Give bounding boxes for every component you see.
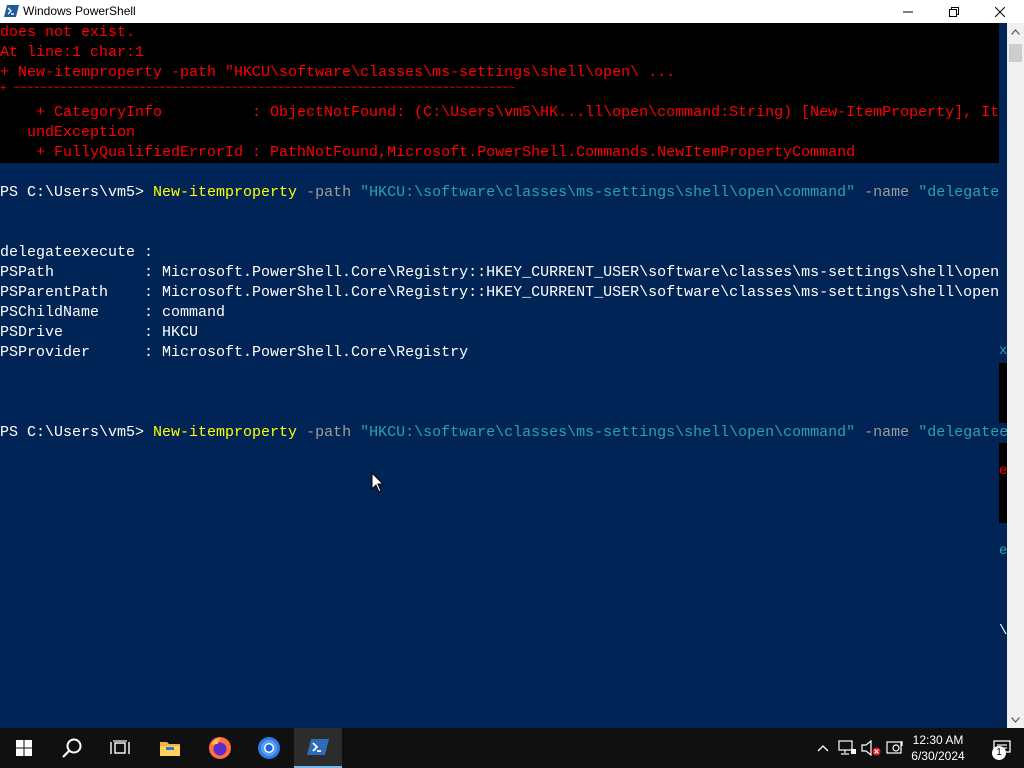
output-line: PSPath : Microsoft.PowerShell.Core\Regis… — [0, 264, 1000, 281]
powershell-taskbar-button[interactable] — [294, 728, 342, 768]
cmdlet: New-itemproperty — [153, 424, 298, 441]
restore-icon — [949, 6, 959, 17]
edge-artifacts: x e e \ — [999, 23, 1007, 728]
output-line: PSDrive : HKCU — [0, 324, 199, 341]
edge-dark-block — [999, 443, 1007, 523]
parameter: -path — [297, 184, 361, 201]
minimize-icon — [903, 11, 913, 12]
network-icon — [838, 740, 856, 755]
edge-fragment: x — [999, 343, 1007, 359]
scroll-down-button[interactable] — [1007, 711, 1024, 728]
clock-date: 6/30/2024 — [911, 749, 965, 763]
file-explorer-icon — [160, 742, 180, 756]
error-line: At line:1 char:1 — [0, 44, 145, 61]
error-line: + New-itemproperty -path "HKCU\software\… — [0, 64, 676, 81]
output-line: PSProvider : Microsoft.PowerShell.Core\R… — [0, 344, 469, 361]
error-underline: + ~~~~~~~~~~~~~~~~~~~~~~~~~~~~~~~~~~~~~~… — [0, 83, 515, 95]
volume-button[interactable] — [860, 738, 882, 758]
taskbar: 12:30 AM 6/30/2024 1 — [0, 728, 1024, 768]
start-button[interactable] — [0, 728, 48, 768]
parameter: -name — [855, 424, 919, 441]
chevron-up-icon — [817, 745, 829, 752]
notification-count-badge: 1 — [992, 746, 1006, 760]
string-value: "HKCU:\software\classes\ms-settings\shel… — [360, 424, 856, 441]
error-line: + FullyQualifiedErrorId : PathNotFound,M… — [0, 144, 856, 161]
output-line: delegateexecute : — [0, 244, 154, 261]
mouse-pointer-icon — [371, 472, 385, 493]
search-icon — [62, 738, 82, 758]
edge-fragment: e — [999, 463, 1007, 479]
task-view-icon — [110, 740, 130, 754]
powershell-icon — [307, 739, 329, 755]
close-button[interactable] — [977, 0, 1023, 23]
edge-dark-block — [999, 363, 1007, 423]
chevron-up-icon — [1011, 28, 1020, 35]
string-value: "HKCU:\software\classes\ms-settings\shel… — [360, 184, 856, 201]
minimize-button[interactable] — [885, 0, 931, 23]
prompt: PS C:\Users\vm5> — [0, 184, 154, 201]
error-line: + CategoryInfo : ObjectNotFound: (C:\Use… — [0, 104, 1000, 121]
windows-start-icon — [16, 740, 32, 756]
window-title: Windows PowerShell — [23, 4, 136, 18]
powershell-icon — [4, 5, 19, 17]
volume-muted-icon — [861, 740, 881, 756]
task-view-button[interactable] — [96, 728, 144, 768]
cmdlet: New-itemproperty — [153, 184, 298, 201]
command-line: PS C:\Users\vm5> New-itemproperty -path … — [0, 183, 999, 203]
chevron-down-icon — [1011, 716, 1020, 723]
system-clock[interactable]: 12:30 AM 6/30/2024 — [906, 732, 970, 764]
clock-time: 12:30 AM — [912, 733, 964, 747]
chrome-button[interactable] — [245, 728, 293, 768]
firefox-icon — [209, 737, 231, 759]
prompt: PS C:\Users\vm5> — [0, 424, 154, 441]
tray-extra-button[interactable] — [884, 738, 906, 758]
console-output[interactable]: does not exist. At line:1 char:1 + New-i… — [0, 23, 1007, 728]
edge-fragment: \ — [999, 623, 1007, 639]
error-line: undException — [0, 124, 136, 141]
string-value: "delegatee — [918, 424, 1007, 441]
edge-fragment: e — [999, 543, 1007, 559]
network-button[interactable] — [836, 738, 858, 758]
show-hidden-icons-button[interactable] — [814, 738, 832, 758]
vertical-scrollbar[interactable] — [1007, 23, 1024, 728]
output-line: PSParentPath : Microsoft.PowerShell.Core… — [0, 284, 1000, 301]
parameter: -path — [297, 424, 361, 441]
output-line: PSChildName : command — [0, 304, 226, 321]
string-value: "delegate — [918, 184, 1000, 201]
command-line: PS C:\Users\vm5> New-itemproperty -path … — [0, 423, 1007, 443]
scroll-up-button[interactable] — [1007, 23, 1024, 40]
close-icon — [995, 6, 1005, 17]
error-line: does not exist. — [0, 24, 136, 41]
search-button[interactable] — [48, 728, 96, 768]
file-explorer-button[interactable] — [146, 728, 194, 768]
firefox-button[interactable] — [196, 728, 244, 768]
scroll-thumb[interactable] — [1009, 44, 1022, 62]
chrome-icon — [258, 737, 280, 759]
restore-button[interactable] — [931, 0, 977, 23]
title-bar: Windows PowerShell — [0, 0, 1024, 23]
parameter: -name — [855, 184, 919, 201]
action-center-small-icon — [886, 741, 903, 754]
